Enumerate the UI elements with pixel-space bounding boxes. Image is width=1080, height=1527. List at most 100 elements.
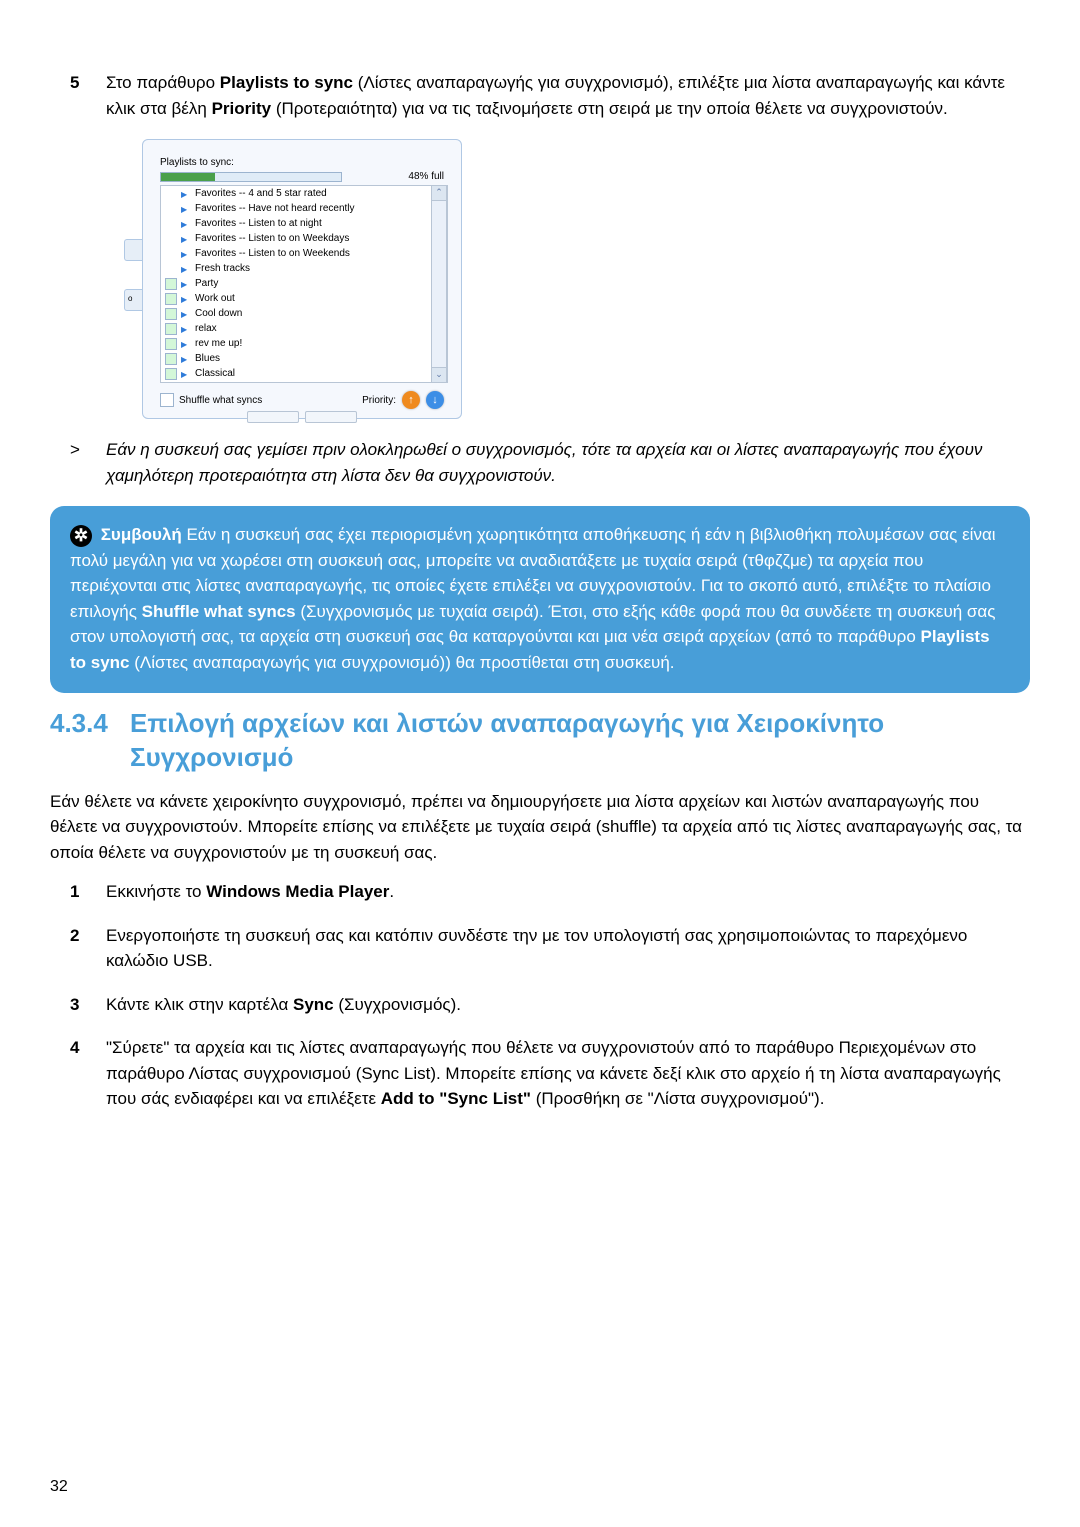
play-icon: ▶ bbox=[181, 339, 191, 349]
text: (Προτεραιότητα) για να τις ταξινομήσετε … bbox=[271, 99, 948, 118]
manual-step-2: 2 Ενεργοποιήστε τη συσκευή σας και κατόπ… bbox=[50, 923, 1030, 974]
scroll-up-icon[interactable]: ⌃ bbox=[431, 185, 447, 201]
list-item[interactable]: ▶ Cool down bbox=[161, 306, 447, 321]
playlist-footer: Shuffle what syncs Priority: ↑ ↓ bbox=[160, 391, 444, 409]
list-item-checkbox[interactable] bbox=[165, 278, 177, 290]
step-number: 5 bbox=[50, 70, 106, 121]
list-item-label: Favorites -- Have not heard recently bbox=[195, 201, 355, 216]
text: (Προσθήκη σε "Λίστα συγχρονισμού"). bbox=[531, 1089, 824, 1108]
list-item-checkbox[interactable] bbox=[165, 383, 177, 384]
tip-text: (Λίστες αναπαραγωγής για συγχρονισμό)) θ… bbox=[130, 653, 675, 672]
list-item[interactable]: ▶Favorites -- Listen to on Weekends bbox=[161, 246, 447, 261]
list-item[interactable]: ▶Classic Rock bbox=[161, 381, 447, 383]
text: Στο παράθυρο bbox=[106, 73, 220, 92]
list-item[interactable]: ▶ Favorites -- Listen to on Weekdays bbox=[161, 231, 447, 246]
text-bold: Windows Media Player bbox=[206, 882, 389, 901]
list-item-label: Cool down bbox=[195, 306, 242, 321]
section-heading: 4.3.4 Επιλογή αρχείων και λιστών αναπαρα… bbox=[50, 707, 1030, 775]
play-icon: ▶ bbox=[181, 234, 191, 244]
step-number: 4 bbox=[50, 1035, 106, 1112]
page-number: 32 bbox=[50, 1475, 68, 1499]
list-item[interactable]: ▶Party bbox=[161, 276, 447, 291]
play-icon: ▶ bbox=[181, 354, 191, 364]
manual-step-4: 4 "Σύρετε" τα αρχεία και τις λίστες αναπ… bbox=[50, 1035, 1030, 1112]
step-5: 5 Στο παράθυρο Playlists to sync (Λίστες… bbox=[50, 70, 1030, 121]
step-text: "Σύρετε" τα αρχεία και τις λίστες αναπαρ… bbox=[106, 1035, 1030, 1112]
note-symbol: > bbox=[50, 437, 106, 488]
list-item-checkbox[interactable] bbox=[165, 293, 177, 305]
priority-up-button[interactable]: ↑ bbox=[402, 391, 420, 409]
text: Εκκινήστε το bbox=[106, 882, 206, 901]
body-paragraph: Εάν θέλετε να κάνετε χειροκίνητο συγχρον… bbox=[50, 789, 1030, 866]
playlists-title: Playlists to sync: bbox=[160, 155, 234, 170]
playlists-to-sync-screenshot: o Playlists to sync: 48% full ▶Favorites… bbox=[142, 139, 462, 419]
list-item[interactable]: ▶ Blues bbox=[161, 351, 447, 366]
priority-label: Priority: bbox=[362, 393, 396, 408]
dialog-buttons bbox=[247, 411, 357, 423]
list-item-label: Party bbox=[195, 276, 218, 291]
list-item[interactable]: ▶ rev me up! bbox=[161, 336, 447, 351]
list-item-checkbox[interactable] bbox=[165, 353, 177, 365]
list-item-label: Favorites -- Listen to on Weekdays bbox=[195, 231, 349, 246]
play-icon: ▶ bbox=[181, 309, 191, 319]
list-item-checkbox[interactable] bbox=[165, 308, 177, 320]
manual-step-3: 3 Κάντε κλικ στην καρτέλα Sync (Συγχρονι… bbox=[50, 992, 1030, 1018]
tip-bold: Shuffle what syncs bbox=[142, 602, 296, 621]
note-row: > Εάν η συσκευή σας γεμίσει πριν ολοκληρ… bbox=[50, 437, 1030, 488]
playlist-listbox[interactable]: ▶Favorites -- 4 and 5 star rated▶Favorit… bbox=[160, 185, 448, 383]
list-item[interactable]: ▶relax bbox=[161, 321, 447, 336]
step-text: Εκκινήστε το Windows Media Player. bbox=[106, 879, 1030, 905]
list-item[interactable]: ▶ Favorites -- Listen to at night bbox=[161, 216, 447, 231]
capacity-bar-fill bbox=[161, 173, 215, 181]
play-icon: ▶ bbox=[181, 294, 191, 304]
manual-step-1: 1 Εκκινήστε το Windows Media Player. bbox=[50, 879, 1030, 905]
step-text: Κάντε κλικ στην καρτέλα Sync (Συγχρονισμ… bbox=[106, 992, 1030, 1018]
text: . bbox=[389, 882, 394, 901]
step-text: Ενεργοποιήστε τη συσκευή σας και κατόπιν… bbox=[106, 923, 1030, 974]
step-number: 3 bbox=[50, 992, 106, 1018]
list-item-label: rev me up! bbox=[195, 336, 242, 351]
list-item-label: Classic Rock bbox=[195, 381, 253, 383]
list-item-label: Fresh tracks bbox=[195, 261, 250, 276]
tip-label: Συμβουλή bbox=[101, 525, 182, 544]
shuffle-checkbox[interactable] bbox=[160, 393, 174, 407]
list-item[interactable]: ▶ Favorites -- 4 and 5 star rated bbox=[161, 186, 447, 201]
play-icon: ▶ bbox=[181, 189, 191, 199]
text-bold: Add to "Sync List" bbox=[381, 1089, 531, 1108]
list-item-label: Classical bbox=[195, 366, 235, 381]
play-icon: ▶ bbox=[181, 369, 191, 379]
list-item-label: Work out bbox=[195, 291, 235, 306]
dialog-button[interactable] bbox=[247, 411, 299, 423]
shuffle-label: Shuffle what syncs bbox=[179, 393, 262, 408]
text-bold: Playlists to sync bbox=[220, 73, 353, 92]
list-item-checkbox[interactable] bbox=[165, 338, 177, 350]
play-icon: ▶ bbox=[181, 219, 191, 229]
list-item[interactable]: ▶ Classical bbox=[161, 366, 447, 381]
tab-handle bbox=[124, 239, 144, 261]
list-item[interactable]: ▶ Favorites -- Have not heard recently bbox=[161, 201, 447, 216]
step-number: 2 bbox=[50, 923, 106, 974]
dialog-button[interactable] bbox=[305, 411, 357, 423]
list-item-checkbox[interactable] bbox=[165, 368, 177, 380]
play-icon: ▶ bbox=[181, 204, 191, 214]
capacity-row: 48% full bbox=[160, 169, 444, 184]
list-item-label: Favorites -- Listen to on Weekends bbox=[195, 246, 350, 261]
list-item-label: Favorites -- 4 and 5 star rated bbox=[195, 186, 327, 201]
priority-down-button[interactable]: ↓ bbox=[426, 391, 444, 409]
heading-number: 4.3.4 bbox=[50, 707, 130, 775]
text-bold: Priority bbox=[212, 99, 272, 118]
list-item-label: Blues bbox=[195, 351, 220, 366]
heading-text: Επιλογή αρχείων και λιστών αναπαραγωγής … bbox=[130, 707, 1030, 775]
list-item-checkbox[interactable] bbox=[165, 323, 177, 335]
note-text: Εάν η συσκευή σας γεμίσει πριν ολοκληρωθ… bbox=[106, 437, 1030, 488]
play-icon: ▶ bbox=[181, 264, 191, 274]
scrollbar-track[interactable] bbox=[431, 201, 447, 367]
scroll-down-icon[interactable]: ⌄ bbox=[431, 367, 447, 383]
tip-box: ✲ Συμβουλή Εάν η συσκευή σας έχει περιορ… bbox=[50, 506, 1030, 693]
text: Κάντε κλικ στην καρτέλα bbox=[106, 995, 293, 1014]
list-item[interactable]: ▶ Fresh tracks bbox=[161, 261, 447, 276]
capacity-bar bbox=[160, 172, 342, 182]
tip-icon: ✲ bbox=[70, 525, 92, 547]
list-item-label: Favorites -- Listen to at night bbox=[195, 216, 322, 231]
list-item[interactable]: ▶ Work out bbox=[161, 291, 447, 306]
